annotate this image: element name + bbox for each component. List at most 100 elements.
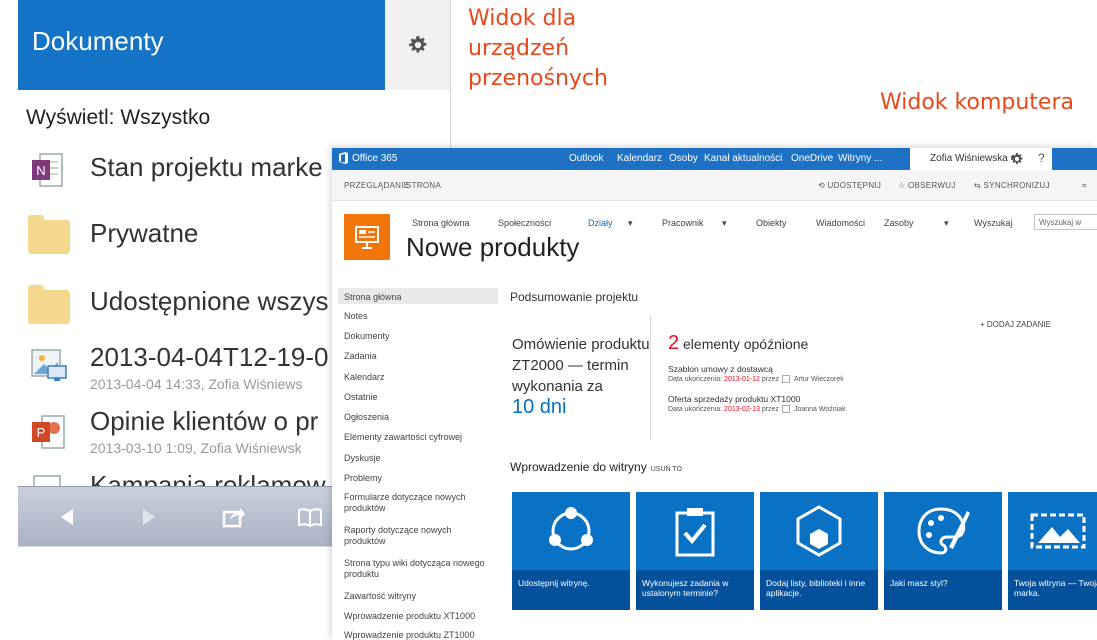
sync-label: SYNCHRONIZUJ bbox=[983, 181, 1050, 190]
task-title[interactable]: Oferta sprzedaży produktu XT1000 bbox=[668, 394, 800, 404]
quicklaunch-item[interactable]: Elementy zawartości cyfrowej bbox=[344, 432, 494, 443]
tab-browse[interactable]: PRZEGLĄDANIE bbox=[344, 181, 409, 190]
tile-caption: Twoja witryna — Twoja marka. bbox=[1008, 570, 1097, 610]
suite-link-onedrive[interactable]: OneDrive bbox=[791, 153, 833, 164]
suite-link-outlook[interactable]: Outlook bbox=[569, 153, 603, 164]
nav-communities[interactable]: Społeczności bbox=[498, 218, 551, 228]
nav-search[interactable]: Wyszukaj bbox=[974, 218, 1012, 228]
due-label: Data ukończenia: bbox=[668, 405, 723, 413]
palette-icon bbox=[884, 492, 1002, 570]
task-person[interactable]: Joanna Woźniak bbox=[794, 406, 846, 413]
nav-home[interactable]: Strona główna bbox=[412, 218, 470, 228]
forward-arrow-icon bbox=[143, 509, 155, 525]
item-name: Opinie klientów o pr bbox=[90, 406, 319, 436]
tile-caption: Dodaj listy, biblioteki i inne aplikacje… bbox=[760, 570, 878, 610]
quicklaunch-item[interactable]: Raporty dotyczące nowych produktów bbox=[344, 525, 494, 547]
share-label: UDOSTĘPNIJ bbox=[827, 181, 882, 190]
countdown-text: Omówienie produktu ZT2000 — termin wykon… bbox=[512, 336, 650, 395]
tab-page[interactable]: STRONA bbox=[406, 181, 441, 190]
tile-brand[interactable]: Twoja witryna — Twoja marka. bbox=[1008, 492, 1097, 610]
svg-text:N: N bbox=[36, 163, 45, 178]
quicklaunch-item[interactable]: Zawartość witryny bbox=[344, 591, 494, 602]
task-title[interactable]: Szablon umowy z dostawcą bbox=[668, 364, 773, 374]
back-button[interactable] bbox=[48, 499, 88, 535]
share-icon bbox=[222, 508, 245, 528]
nav-employee[interactable]: Pracownik bbox=[662, 218, 704, 228]
quicklaunch-item[interactable]: Strona typu wiki dotycząca nowego produk… bbox=[344, 558, 494, 580]
chevron-down-icon[interactable]: ▾ bbox=[628, 218, 633, 229]
suite-link-calendar[interactable]: Kalendarz bbox=[617, 153, 662, 164]
item-name: Prywatne bbox=[90, 218, 199, 248]
remove-this-link[interactable]: USUŃ TO bbox=[651, 466, 682, 473]
settings-button[interactable] bbox=[385, 0, 450, 90]
bookmarks-button[interactable] bbox=[290, 499, 330, 535]
gear-icon bbox=[408, 36, 426, 53]
book-icon bbox=[298, 508, 322, 527]
tile-caption: Udostępnij witrynę. bbox=[512, 570, 630, 610]
countdown-value: 10 dni bbox=[512, 396, 567, 418]
suite-link-people[interactable]: Osoby bbox=[669, 153, 698, 164]
office-icon bbox=[339, 152, 348, 164]
item-name: Udostępnione wszys bbox=[90, 286, 329, 316]
share-action[interactable]: ⟲ UDOSTĘPNIJ bbox=[818, 181, 881, 190]
gear-icon[interactable] bbox=[1011, 153, 1023, 165]
quicklaunch-item[interactable]: Wprowadzenie produktu ZT1000 bbox=[344, 630, 494, 640]
nav-departments[interactable]: Działy bbox=[588, 218, 613, 228]
item-meta: 2013-03-10 1:09, Zofia Wiśniewsk bbox=[90, 440, 302, 456]
tile-add-apps[interactable]: Dodaj listy, biblioteki i inne aplikacje… bbox=[760, 492, 878, 610]
follow-action[interactable]: ☆ OBSERWUJ bbox=[898, 181, 956, 190]
quicklaunch-item[interactable]: Formularze dotyczące nowych produktów bbox=[344, 492, 494, 514]
share-icon: ⟲ bbox=[818, 181, 826, 190]
tile-style[interactable]: Jaki masz styl? bbox=[884, 492, 1002, 610]
quicklaunch-item[interactable]: Kalendarz bbox=[344, 372, 494, 383]
forward-button[interactable] bbox=[128, 499, 168, 535]
focus-icon[interactable]: ⌗ bbox=[1082, 181, 1087, 191]
user-menu[interactable]: Zofia Wiśniewska ▾ bbox=[930, 153, 1016, 164]
suite-link-sites[interactable]: Witryny bbox=[838, 153, 871, 164]
star-icon: ☆ bbox=[898, 181, 906, 190]
quicklaunch-item[interactable]: Strona główna bbox=[344, 292, 494, 303]
onenote-icon: N bbox=[28, 150, 70, 192]
tile-tasks[interactable]: Wykonujesz zadania w ustalonym terminie? bbox=[636, 492, 754, 610]
search-input[interactable]: Wyszukaj w bbox=[1034, 214, 1097, 230]
task-person[interactable]: Artur Wieczorek bbox=[794, 376, 844, 383]
view-filter[interactable]: Wyświetl: Wszystko bbox=[26, 106, 210, 130]
image-icon bbox=[28, 344, 70, 386]
add-task-button[interactable]: + DODAJ ZADANIE bbox=[980, 320, 1051, 329]
desktop-view-callout: Widok komputera bbox=[880, 90, 1074, 115]
site-logo[interactable] bbox=[344, 214, 390, 260]
getting-started-title: Wprowadzenie do witryny USUŃ TO bbox=[510, 460, 682, 474]
item-name: Stan projektu marke bbox=[90, 152, 323, 182]
follow-label: OBSERWUJ bbox=[908, 181, 956, 190]
tile-share-site[interactable]: Udostępnij witrynę. bbox=[512, 492, 630, 610]
quicklaunch-item[interactable]: Notes bbox=[344, 311, 494, 322]
late-count: 2 bbox=[668, 332, 680, 354]
quicklaunch-item[interactable]: Ogłoszenia bbox=[344, 412, 494, 423]
quicklaunch-item[interactable]: Problemy bbox=[344, 473, 494, 484]
share-button[interactable] bbox=[214, 499, 254, 535]
quicklaunch-item[interactable]: Dokumenty bbox=[344, 331, 494, 342]
apps-icon bbox=[760, 492, 878, 570]
suite-more-button[interactable]: ... bbox=[874, 153, 882, 164]
nav-resources[interactable]: Zasoby bbox=[884, 218, 914, 228]
sync-action[interactable]: ⇆ SYNCHRONIZUJ bbox=[974, 181, 1050, 190]
nav-news[interactable]: Wiadomości bbox=[816, 218, 865, 228]
quicklaunch-item[interactable]: Wprowadzenie produktu XT1000 bbox=[344, 611, 494, 622]
quicklaunch-item[interactable]: Ostatnie bbox=[344, 392, 494, 403]
folder-icon bbox=[28, 215, 70, 254]
by-label: przez bbox=[761, 375, 779, 383]
chevron-down-icon[interactable]: ▾ bbox=[944, 218, 949, 229]
quicklaunch-item[interactable]: Dyskusje bbox=[344, 453, 494, 464]
late-items-heading: 2 elementy opóźnione bbox=[668, 332, 808, 355]
help-icon[interactable]: ? bbox=[1038, 151, 1045, 165]
office365-logo[interactable]: Office 365 bbox=[338, 152, 397, 164]
tile-caption: Wykonujesz zadania w ustalonym terminie? bbox=[636, 570, 754, 610]
checkbox[interactable] bbox=[781, 405, 790, 413]
chevron-down-icon[interactable]: ▾ bbox=[722, 218, 727, 229]
suite-link-newsfeed[interactable]: Kanał aktualności bbox=[704, 153, 782, 164]
late-label: elementy opóźnione bbox=[683, 336, 809, 352]
nav-facilities[interactable]: Obiekty bbox=[756, 218, 787, 228]
checkbox[interactable] bbox=[781, 375, 790, 383]
by-label: przez bbox=[761, 405, 779, 413]
quicklaunch-item[interactable]: Zadania bbox=[344, 351, 494, 362]
